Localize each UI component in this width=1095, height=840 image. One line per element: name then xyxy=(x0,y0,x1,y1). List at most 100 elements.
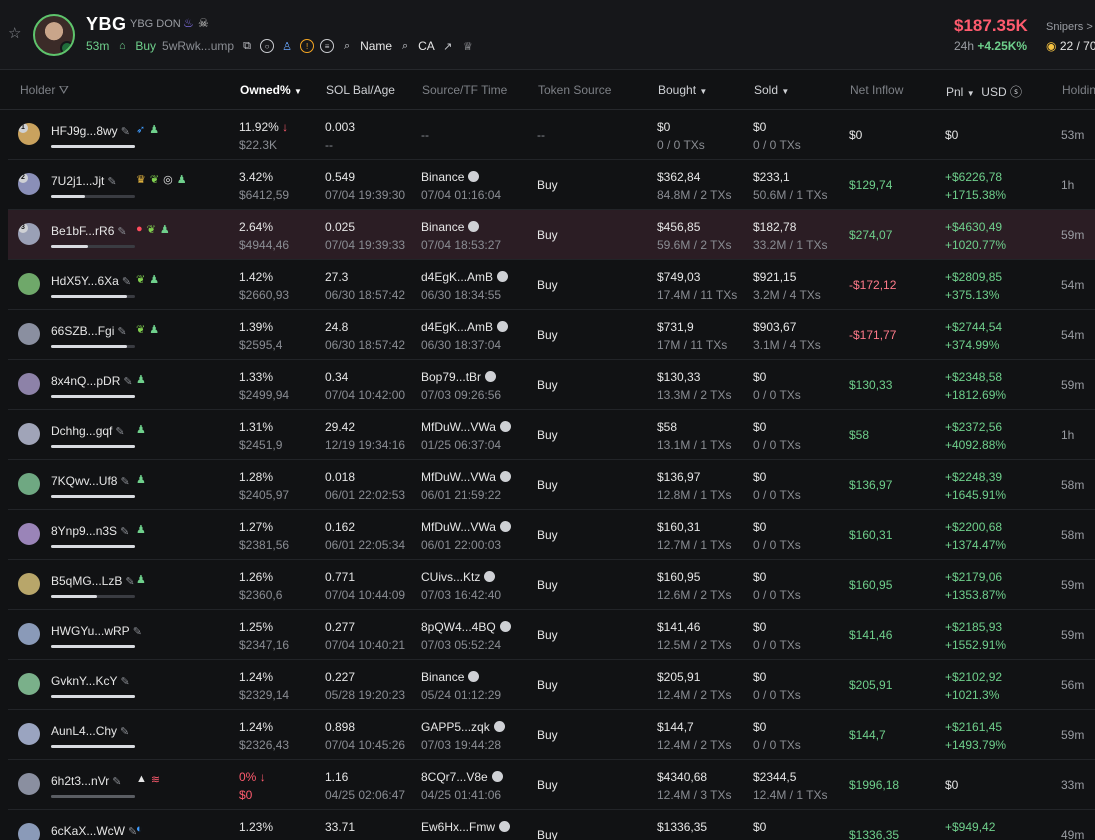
holder-address[interactable]: HdX5Y...6Xa ✎ xyxy=(51,274,131,288)
favorite-star-icon[interactable]: ☆ xyxy=(8,26,24,42)
table-row[interactable]: 8x4nQ...pDR ✎ ♟ 1.33% $2499,94 0.34 07/04… xyxy=(8,360,1095,410)
edit-icon[interactable]: ✎ xyxy=(107,176,116,188)
edit-icon[interactable]: ✎ xyxy=(133,626,142,638)
table-row[interactable]: 1 HFJ9g...8wy ✎ ➶ ♟ 11.92% ↓ $22.3K 0.003 … xyxy=(8,110,1095,160)
edit-icon[interactable]: ✎ xyxy=(112,776,121,788)
search-name-icon[interactable]: ⌕ xyxy=(340,39,354,53)
holder-progress xyxy=(51,695,135,698)
edit-icon[interactable]: ✎ xyxy=(125,576,134,588)
copy-icon[interactable]: ⧉ xyxy=(240,39,254,53)
funding-source[interactable]: Binance xyxy=(421,670,480,684)
crown-icon[interactable]: ♕ xyxy=(461,39,475,53)
holding-duration: 1h xyxy=(1061,178,1075,192)
funding-source[interactable]: MfDuW...VWa xyxy=(421,420,511,434)
col-pnl[interactable]: Pnl ▼ USD ⓢ xyxy=(946,83,1022,100)
funding-time: 07/04 01:16:04 xyxy=(421,188,502,202)
holder-address[interactable]: 6h2t3...nVr ✎ xyxy=(51,774,121,788)
globe-icon[interactable]: ○ xyxy=(260,39,275,53)
table-row[interactable]: AunL4...Chy ✎ 1.24% $2326,43 0.898 07/04 … xyxy=(8,710,1095,760)
funding-source-text: Ew6Hx...Fmw xyxy=(421,820,496,834)
table-row[interactable]: 6h2t3...nVr ✎ ▲ ≋ 0% ↓ $0 1.16 04/25 02:06… xyxy=(8,760,1095,810)
funding-source[interactable]: d4EgK...AmB xyxy=(421,320,509,334)
col-source[interactable]: Source/TF Time xyxy=(422,83,507,97)
edit-icon[interactable]: ✎ xyxy=(117,326,126,338)
edit-icon[interactable]: ✎ xyxy=(120,526,129,538)
edit-icon[interactable]: ✎ xyxy=(121,126,130,138)
search-name-link[interactable]: Name xyxy=(360,39,392,53)
filter-icon[interactable]: ⛛ xyxy=(59,83,69,97)
funding-source[interactable]: Ew6Hx...Fmw xyxy=(421,820,511,834)
col-sold[interactable]: Sold ▼ xyxy=(754,83,789,97)
table-row[interactable]: 7KQwv...Uf8 ✎ ♟ 1.28% $2405,97 0.018 06/0… xyxy=(8,460,1095,510)
owned-percent-text: 1.25% xyxy=(239,620,274,634)
warning-icon[interactable]: ! xyxy=(300,39,315,53)
edit-icon[interactable]: ✎ xyxy=(120,476,129,488)
table-row[interactable]: HWGYu...wRP ✎ 1.25% $2347,16 0.277 07/04 … xyxy=(8,610,1095,660)
table-row[interactable]: 6cKaX...WcW ✎ ◐ 1.23% 33.71 Ew6Hx...Fmw B… xyxy=(8,810,1095,840)
col-holding[interactable]: Holdin xyxy=(1062,83,1095,97)
funding-source[interactable]: MfDuW...VWa xyxy=(421,470,511,484)
col-inflow[interactable]: Net Inflow xyxy=(850,83,903,97)
search-ca-icon[interactable]: ⌕ xyxy=(398,39,412,53)
holder-address[interactable]: HFJ9g...8wy ✎ xyxy=(51,124,130,138)
table-row[interactable]: 8Ynp9...n3S ✎ ♟ 1.27% $2381,56 0.162 06/0… xyxy=(8,510,1095,560)
funding-source[interactable]: GAPP5...zqk xyxy=(421,720,505,734)
table-row[interactable]: Dchhg...gqf ✎ ♟ 1.31% $2451,9 29.42 12/19… xyxy=(8,410,1095,460)
holder-address[interactable]: Be1bF...rR6 ✎ xyxy=(51,224,127,238)
funding-source[interactable]: d4EgK...AmB xyxy=(421,270,509,284)
table-row[interactable]: GvknY...KcY ✎ 1.24% $2329,14 0.227 05/28 … xyxy=(8,660,1095,710)
funding-source[interactable]: Binance xyxy=(421,220,480,234)
holder-address[interactable]: 6cKaX...WcW ✎ xyxy=(51,824,137,838)
share-icon[interactable]: ↗ xyxy=(441,39,455,53)
funding-source[interactable]: MfDuW...VWa xyxy=(421,520,511,534)
col-usd-label[interactable]: USD xyxy=(981,85,1006,99)
avatar xyxy=(18,373,40,395)
col-bought[interactable]: Bought ▼ xyxy=(658,83,707,97)
holder-address[interactable]: 8Ynp9...n3S ✎ xyxy=(51,524,129,538)
funding-source[interactable]: CUivs...Ktz xyxy=(421,570,496,584)
edit-icon[interactable]: ✎ xyxy=(120,676,129,688)
col-token-source[interactable]: Token Source xyxy=(538,83,611,97)
bought-usd: $58 xyxy=(657,420,678,434)
holder-address[interactable]: 8x4nQ...pDR ✎ xyxy=(51,374,133,388)
col-sol[interactable]: SOL Bal/Age xyxy=(326,83,395,97)
holder-address[interactable]: AunL4...Chy ✎ xyxy=(51,724,129,738)
holder-address[interactable]: 7KQwv...Uf8 ✎ xyxy=(51,474,130,488)
holder-address[interactable]: 66SZB...Fgi ✎ xyxy=(51,324,127,338)
table-row[interactable]: 2 7U2j1...Jjt ✎ ♛ ❦ ◎ ♟ 3.42% $6412,59 0.549… xyxy=(8,160,1095,210)
holder-address[interactable]: B5qMG...LzB ✎ xyxy=(51,574,135,588)
holder-address-text: 6cKaX...WcW xyxy=(51,824,126,838)
snipers-label[interactable]: Snipers > xyxy=(1046,21,1093,33)
holder-address[interactable]: GvknY...KcY ✎ xyxy=(51,674,130,688)
holder-address[interactable]: 7U2j1...Jjt ✎ xyxy=(51,174,117,188)
funding-source[interactable]: Binance xyxy=(421,170,480,184)
funding-source[interactable]: 8CQr7...V8e xyxy=(421,770,503,784)
table-row[interactable]: HdX5Y...6Xa ✎ ❦ ♟ 1.42% $2660,93 27.3 06/3… xyxy=(8,260,1095,310)
home-icon[interactable]: ⌂ xyxy=(115,39,129,53)
col-owned[interactable]: Owned% ▼ xyxy=(240,83,302,97)
table-row[interactable]: 3 Be1bF...rR6 ✎ ● ❦ ♟ 2.64% $4944,46 0.025 … xyxy=(8,210,1095,260)
holder-address[interactable]: Dchhg...gqf ✎ xyxy=(51,424,125,438)
funding-source[interactable]: 8pQW4...4BQ xyxy=(421,620,511,634)
col-holder[interactable]: Holder ⛛ xyxy=(20,83,69,98)
funding-source[interactable]: -- xyxy=(421,128,429,142)
edit-icon[interactable]: ✎ xyxy=(117,226,126,238)
person-icon: ♟ xyxy=(136,524,146,536)
edit-icon[interactable]: ✎ xyxy=(122,276,131,288)
edit-icon[interactable]: ✎ xyxy=(115,426,124,438)
funding-source-text: MfDuW...VWa xyxy=(421,520,496,534)
edit-icon[interactable]: ✎ xyxy=(120,726,129,738)
holder-progress xyxy=(51,145,135,148)
sold-txs: 0 / 0 TXs xyxy=(753,738,801,752)
funding-source[interactable]: Bop79...tBr xyxy=(421,370,497,384)
buy-link[interactable]: Buy xyxy=(135,39,156,53)
user-icon[interactable]: ♙ xyxy=(280,39,294,53)
table-row[interactable]: B5qMG...LzB ✎ ♟ 1.26% $2360,6 0.771 07/04… xyxy=(8,560,1095,610)
edit-icon[interactable]: ✎ xyxy=(123,376,132,388)
list-icon[interactable]: ≡ xyxy=(320,39,335,53)
sol-age: 06/01 22:05:34 xyxy=(325,538,406,552)
currency-toggle-icon[interactable]: ⓢ xyxy=(1010,85,1022,99)
search-ca-link[interactable]: CA xyxy=(418,39,435,53)
holder-address[interactable]: HWGYu...wRP ✎ xyxy=(51,624,142,638)
table-row[interactable]: 66SZB...Fgi ✎ ❦ ♟ 1.39% $2595,4 24.8 06/30… xyxy=(8,310,1095,360)
